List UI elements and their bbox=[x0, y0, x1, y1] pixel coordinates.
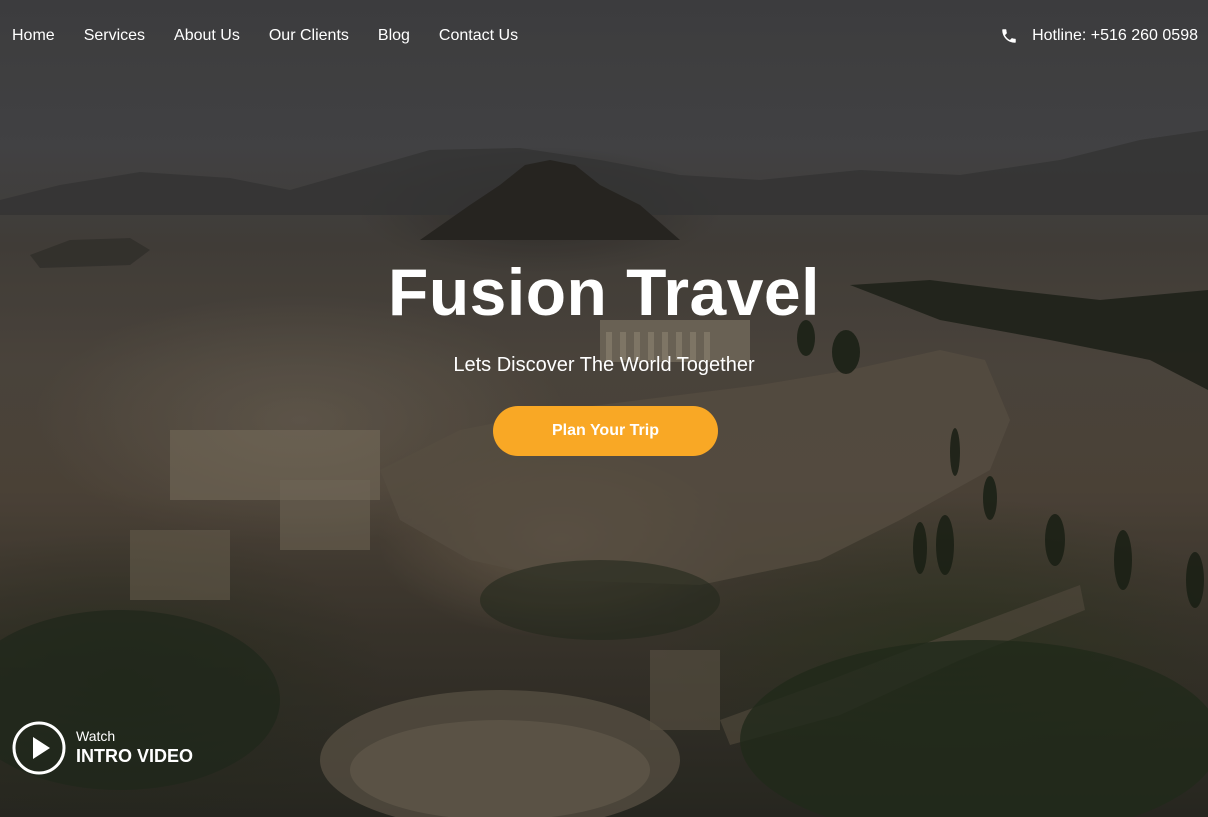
hotline[interactable]: Hotline: +516 260 0598 bbox=[1000, 26, 1198, 46]
nav-contact-us[interactable]: Contact Us bbox=[439, 26, 518, 46]
video-text: Watch INTRO VIDEO bbox=[76, 728, 193, 768]
phone-icon bbox=[1002, 29, 1016, 43]
plan-your-trip-button[interactable]: Plan Your Trip bbox=[493, 406, 718, 456]
nav-services[interactable]: Services bbox=[84, 26, 145, 46]
hero-section: Home Services About Us Our Clients Blog … bbox=[0, 0, 1208, 817]
nav-blog[interactable]: Blog bbox=[378, 26, 410, 46]
hero-subtitle: Lets Discover The World Together bbox=[453, 354, 755, 376]
intro-video-link[interactable]: Watch INTRO VIDEO bbox=[12, 721, 193, 775]
nav-our-clients[interactable]: Our Clients bbox=[269, 26, 349, 46]
video-title-label: INTRO VIDEO bbox=[76, 746, 194, 766]
hotline-text: Hotline: +516 260 0598 bbox=[1032, 27, 1198, 44]
hero-title: Fusion Travel bbox=[388, 255, 820, 329]
play-circle-icon bbox=[12, 721, 66, 775]
nav-home[interactable]: Home bbox=[12, 26, 55, 46]
video-watch-label: Watch bbox=[76, 728, 116, 744]
nav-about-us[interactable]: About Us bbox=[174, 26, 240, 46]
main-nav: Home Services About Us Our Clients Blog … bbox=[12, 26, 547, 46]
